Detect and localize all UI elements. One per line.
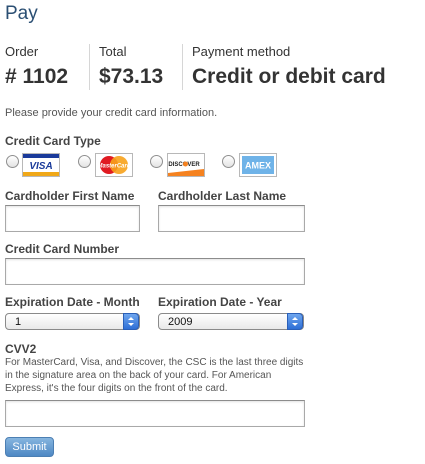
last-name-label: Cardholder Last Name: [158, 189, 287, 203]
card-number-input[interactable]: [5, 258, 305, 285]
select-arrows-icon: [123, 313, 139, 330]
mastercard-logo-text: MasterCard: [97, 164, 130, 170]
form-instructions: Please provide your credit card informat…: [5, 107, 218, 119]
visa-logo-text: VISA: [29, 161, 52, 172]
select-arrows-icon: [287, 313, 303, 330]
visa-logo-icon[interactable]: VISA: [22, 153, 60, 177]
exp-month-select[interactable]: 1: [5, 313, 140, 330]
exp-year-select[interactable]: 2009: [158, 313, 304, 330]
cvv-label: CVV2: [5, 342, 37, 356]
exp-year-label: Expiration Date - Year: [158, 295, 282, 309]
exp-month-label: Expiration Date - Month: [5, 295, 140, 309]
exp-year-value: 2009: [168, 316, 193, 328]
card-type-radio-discover[interactable]: [150, 155, 163, 168]
summary-divider: [182, 44, 183, 90]
amex-logo-text: AMEX: [245, 161, 271, 171]
first-name-input[interactable]: [5, 205, 140, 232]
amex-logo-icon[interactable]: AMEX: [239, 153, 277, 177]
card-type-radio-visa[interactable]: [6, 155, 19, 168]
total-amount: $73.13: [99, 65, 164, 88]
order-column: Order # 1102: [5, 44, 87, 90]
total-label: Total: [99, 44, 127, 59]
card-type-radio-mastercard[interactable]: [78, 155, 91, 168]
discover-logo-icon[interactable]: DISCOVER: [167, 153, 205, 177]
first-name-label: Cardholder First Name: [5, 189, 135, 203]
payment-method-label: Payment method: [192, 44, 291, 59]
summary-divider: [89, 44, 90, 90]
mastercard-logo-icon[interactable]: MasterCard: [95, 153, 133, 177]
order-number: # 1102: [5, 65, 69, 88]
cvv-input[interactable]: [5, 400, 305, 427]
total-column: Total $73.13: [99, 44, 183, 90]
payment-method-column: Payment method Credit or debit card: [192, 44, 424, 90]
exp-month-value: 1: [15, 316, 22, 328]
submit-button[interactable]: Submit: [5, 437, 54, 457]
order-label: Order: [5, 44, 39, 59]
payment-method-value: Credit or debit card: [192, 65, 386, 88]
card-type-radio-amex[interactable]: [222, 155, 235, 168]
last-name-input[interactable]: [158, 205, 305, 232]
page-title: Pay: [5, 3, 38, 24]
card-number-label: Credit Card Number: [5, 242, 120, 256]
card-type-label: Credit Card Type: [5, 134, 101, 148]
cvv-help-text: For MasterCard, Visa, and Discover, the …: [5, 357, 304, 394]
